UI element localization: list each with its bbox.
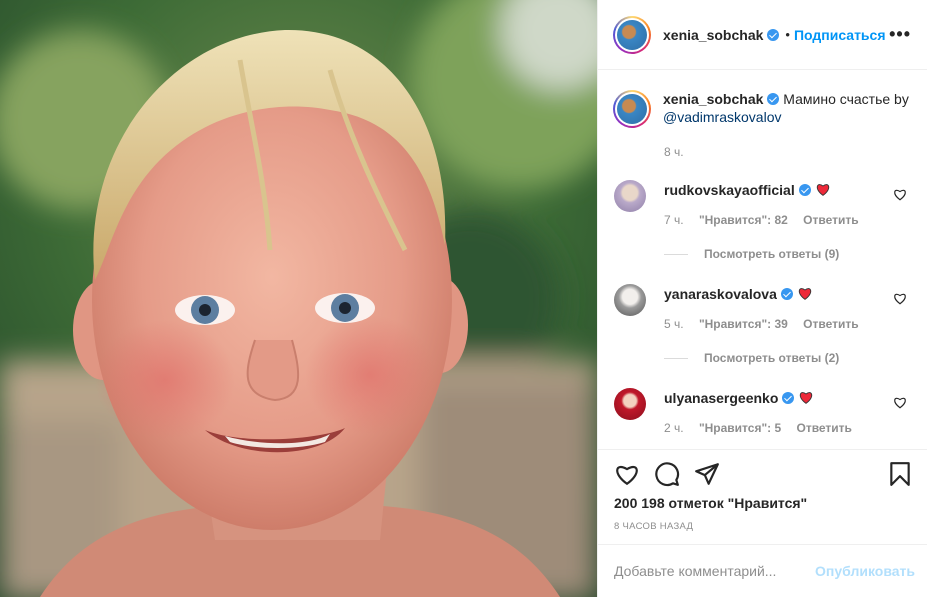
publish-button[interactable]: Опубликовать [815,563,915,579]
view-replies-label: Посмотреть ответы (9) [704,247,840,261]
commenter-avatar[interactable] [614,284,646,316]
comment-time[interactable]: 2 ч. [664,421,684,435]
caption-text: Мамино счастье by [783,91,909,107]
comment-meta: 2 ч. "Нравится": 5 Ответить [664,421,864,435]
red-heart-emoji [800,392,813,404]
more-options-icon[interactable]: ••• [889,24,911,45]
caption-avatar[interactable] [613,90,651,128]
replies-divider [664,357,688,359]
comment-time[interactable]: 5 ч. [664,317,684,331]
comment-item: ulyanasergeenko 2 ч. "Нравится": 5 Ответ… [614,388,911,448]
comment-header: rudkovskayaofficial [664,182,830,198]
post-time-ago[interactable]: 8 ЧАСОВ НАЗАД [614,521,693,532]
separator-dot: • [785,27,790,42]
likes-count[interactable]: 200 198 отметок "Нравится" [614,495,807,511]
comment-time[interactable]: 7 ч. [664,213,684,227]
caption-username[interactable]: xenia_sobchak [663,91,763,107]
heart-icon[interactable] [893,188,907,201]
comment-header: yanaraskovalova [664,286,812,302]
reply-button[interactable]: Ответить [796,421,851,435]
verified-badge-icon [767,93,780,105]
follow-button[interactable]: Подписаться [794,27,886,43]
replies-divider [664,253,688,255]
verified-badge-icon [798,184,811,196]
caption-text-block: xenia_sobchak Мамино счастье by @vadimra… [663,90,911,128]
commenter-avatar[interactable] [614,180,646,212]
verified-badge-icon [767,28,780,41]
add-comment-bar: Опубликовать [598,544,927,597]
child-portrait-image [0,0,597,597]
post-caption: xenia_sobchak Мамино счастье by @vadimra… [613,90,911,128]
post-side-panel: xenia_sobchak • Подписаться ••• xenia_so… [597,0,927,597]
caption-timestamp[interactable]: 8 ч. [664,145,684,159]
bookmark-icon[interactable] [887,461,913,487]
author-avatar[interactable] [613,15,651,54]
post-actions: 200 198 отметок "Нравится" 8 ЧАСОВ НАЗАД… [598,449,927,597]
comment-likes[interactable]: "Нравится": 5 [699,421,781,435]
comment-meta: 5 ч. "Нравится": 39 Ответить [664,317,871,331]
post-header: xenia_sobchak • Подписаться ••• [598,0,927,70]
comment-item: yanaraskovalova 5 ч. "Нравится": 39 Отве… [614,284,911,344]
view-replies-label: Посмотреть ответы (2) [704,351,840,365]
heart-icon[interactable] [893,396,907,409]
commenter-username[interactable]: rudkovskayaofficial [664,182,795,198]
view-replies-button[interactable]: Посмотреть ответы (9) [664,247,839,261]
author-username[interactable]: xenia_sobchak [663,27,763,43]
heart-icon[interactable] [893,292,907,305]
caption-mention-link[interactable]: @vadimraskovalov [663,109,781,125]
verified-badge-icon [780,288,793,300]
share-icon[interactable] [694,461,720,487]
red-heart-emoji [816,184,829,196]
commenter-username[interactable]: yanaraskovalova [664,286,777,302]
reply-button[interactable]: Ответить [803,213,858,227]
heart-icon[interactable] [614,461,640,487]
comments-list: xenia_sobchak Мамино счастье by @vadimra… [598,70,927,449]
verified-badge-icon [782,392,795,404]
commenter-avatar[interactable] [614,388,646,420]
comment-item: rudkovskayaofficial 7 ч. "Нравится": 82 … [614,180,911,240]
post-photo[interactable] [0,0,597,597]
comment-input[interactable] [614,563,816,579]
commenter-username[interactable]: ulyanasergeenko [664,390,778,406]
comment-meta: 7 ч. "Нравится": 82 Ответить [664,213,871,227]
view-replies-button[interactable]: Посмотреть ответы (2) [664,351,839,365]
comment-header: ulyanasergeenko [664,390,813,406]
reply-button[interactable]: Ответить [803,317,858,331]
comment-likes[interactable]: "Нравится": 39 [699,317,788,331]
comment-icon[interactable] [654,461,680,487]
instagram-post: xenia_sobchak • Подписаться ••• xenia_so… [0,0,927,597]
comment-likes[interactable]: "Нравится": 82 [699,213,788,227]
red-heart-emoji [798,288,811,300]
